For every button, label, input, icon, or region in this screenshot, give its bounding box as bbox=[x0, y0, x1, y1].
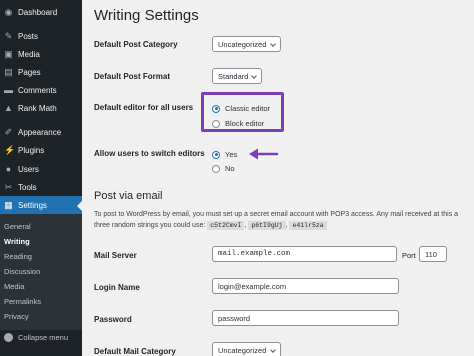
sidebar-item-pages[interactable]: ▤ Pages bbox=[0, 63, 82, 81]
post-via-email-heading: Post via email bbox=[94, 190, 163, 202]
wrench-icon: ✂ bbox=[4, 181, 13, 192]
sidebar-item-users[interactable]: ● Users bbox=[0, 160, 82, 178]
mail-category-value: Uncategorized bbox=[218, 345, 267, 355]
collapse-icon bbox=[4, 333, 13, 342]
sidebar-item-label: Media bbox=[18, 49, 40, 59]
radio-button-checked[interactable] bbox=[212, 150, 220, 159]
port-input[interactable]: 110 bbox=[419, 246, 447, 262]
sidebar-item-label: Posts bbox=[18, 31, 39, 41]
settings-submenu: General Writing Reading Discussion Media… bbox=[0, 214, 82, 330]
radio-button[interactable] bbox=[212, 164, 220, 173]
radio-switch-yes[interactable]: Yes bbox=[212, 150, 237, 159]
radio-button[interactable] bbox=[212, 119, 220, 128]
radio-button-checked[interactable] bbox=[212, 104, 220, 113]
admin-sidebar: ◉ Dashboard ✎ Posts ▣ Media ▤ Pages ▬ Comment… bbox=[0, 0, 82, 356]
mail-category-label: Default Mail Category bbox=[94, 347, 176, 356]
random-strings-intro: three random strings you could use: bbox=[94, 222, 206, 229]
comment-icon: ▬ bbox=[4, 84, 13, 95]
sidebar-item-label: Plugins bbox=[18, 145, 45, 155]
submenu-item-permalinks[interactable]: Permalinks bbox=[4, 297, 41, 306]
mail-server-input[interactable]: mail.example.com bbox=[212, 246, 397, 262]
radio-block-editor[interactable]: Block editor bbox=[212, 119, 264, 128]
sidebar-item-label: Users bbox=[18, 164, 39, 174]
sidebar-item-tools[interactable]: ✂ Tools bbox=[0, 178, 82, 196]
sidebar-item-comments[interactable]: ▬ Comments bbox=[0, 81, 82, 99]
main-content: Writing Settings Default Post Category U… bbox=[82, 0, 474, 356]
submenu-item-writing[interactable]: Writing bbox=[4, 237, 30, 246]
submenu-item-reading[interactable]: Reading bbox=[4, 252, 32, 261]
collapse-label: Collapse menu bbox=[18, 333, 69, 342]
pin-icon: ✎ bbox=[4, 30, 13, 41]
switch-editors-label: Allow users to switch editors bbox=[94, 149, 205, 158]
password-label: Password bbox=[94, 315, 132, 324]
default-format-value: Standard bbox=[218, 71, 249, 81]
arrow-annotation-icon bbox=[249, 148, 279, 160]
sidebar-item-label: Dashboard bbox=[18, 7, 58, 17]
default-format-select[interactable]: Standard bbox=[212, 68, 262, 84]
default-format-label: Default Post Format bbox=[94, 72, 171, 81]
chevron-down-icon bbox=[270, 41, 276, 47]
collapse-menu-button[interactable]: Collapse menu bbox=[4, 333, 68, 342]
submenu-item-media[interactable]: Media bbox=[4, 282, 24, 291]
radio-label: Yes bbox=[225, 150, 238, 159]
email-description: To post to WordPress by email, you must … bbox=[94, 211, 459, 218]
submenu-item-privacy[interactable]: Privacy bbox=[4, 312, 29, 321]
default-category-value: Uncategorized bbox=[218, 39, 267, 49]
user-icon: ● bbox=[5, 163, 12, 174]
sidebar-item-label: Appearance bbox=[18, 127, 62, 137]
sidebar-item-label: Rank Math bbox=[18, 103, 57, 113]
random-string: e41lr5za bbox=[289, 221, 327, 230]
radio-label: Classic editor bbox=[225, 104, 271, 113]
sidebar-item-posts[interactable]: ✎ Posts bbox=[0, 27, 82, 45]
sidebar-item-dashboard[interactable]: ◉ Dashboard bbox=[0, 3, 82, 21]
submenu-item-discussion[interactable]: Discussion bbox=[4, 267, 40, 276]
random-strings-line: three random strings you could use: c5t2… bbox=[94, 221, 327, 230]
sidebar-item-settings[interactable]: ▦ Settings bbox=[0, 196, 82, 214]
login-name-label: Login Name bbox=[94, 283, 140, 292]
settings-icon: ▦ bbox=[4, 199, 13, 210]
chevron-down-icon bbox=[270, 347, 276, 353]
sidebar-item-appearance[interactable]: ✐ Appearance bbox=[0, 123, 82, 141]
media-icon: ▣ bbox=[4, 48, 13, 59]
dashboard-icon: ◉ bbox=[4, 6, 13, 17]
sidebar-item-media[interactable]: ▣ Media bbox=[0, 45, 82, 63]
submenu-item-general[interactable]: General bbox=[4, 222, 31, 231]
port-label: Port bbox=[402, 251, 416, 260]
sidebar-item-label: Settings bbox=[18, 200, 47, 210]
mail-server-label: Mail Server bbox=[94, 251, 137, 260]
rank-math-icon: ▲ bbox=[4, 102, 13, 113]
radio-label: Block editor bbox=[225, 119, 265, 128]
radio-label: No bbox=[225, 164, 235, 173]
sidebar-item-label: Comments bbox=[18, 85, 57, 95]
page-title: Writing Settings bbox=[94, 7, 199, 24]
sidebar-item-plugins[interactable]: ⚡ Plugins bbox=[0, 141, 82, 159]
random-string: p6tI9gUj bbox=[248, 221, 286, 230]
sidebar-item-label: Pages bbox=[18, 67, 41, 77]
brush-icon: ✐ bbox=[4, 126, 13, 137]
page-icon: ▤ bbox=[4, 66, 13, 77]
random-string: c5t2CmvI bbox=[207, 221, 245, 230]
editor-label: Default editor for all users bbox=[94, 103, 194, 112]
default-category-select[interactable]: Uncategorized bbox=[212, 36, 281, 52]
radio-switch-no[interactable]: No bbox=[212, 164, 235, 173]
sidebar-item-label: Tools bbox=[18, 182, 37, 192]
radio-classic-editor[interactable]: Classic editor bbox=[212, 104, 270, 113]
password-input[interactable]: password bbox=[212, 310, 399, 326]
plugin-icon: ⚡ bbox=[4, 144, 16, 155]
default-category-label: Default Post Category bbox=[94, 40, 178, 49]
mail-category-select[interactable]: Uncategorized bbox=[212, 342, 281, 356]
sidebar-item-rank-math[interactable]: ▲ Rank Math bbox=[0, 99, 82, 117]
login-name-input[interactable]: login@example.com bbox=[212, 278, 399, 294]
chevron-down-icon bbox=[251, 73, 257, 79]
